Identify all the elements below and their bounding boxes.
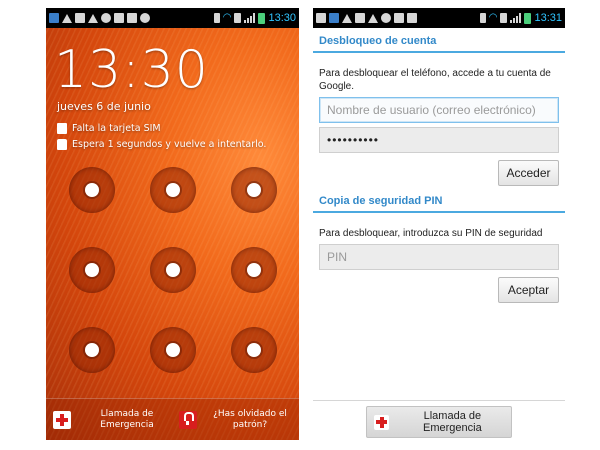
signal-icon (244, 13, 256, 23)
emergency-call-label: Llamada de Emergencia (100, 409, 154, 430)
app-notification-icon (101, 13, 111, 23)
wifi-icon: ◠ (222, 12, 232, 23)
emergency-call-label: Llamada de Emergencia (423, 410, 482, 434)
accept-button[interactable]: Aceptar (498, 277, 559, 303)
lock-date: jueves 6 de junio (57, 100, 151, 113)
pin-description: Para desbloquear, introduzca su PIN de s… (319, 228, 543, 239)
gallery-notification-icon (49, 13, 59, 23)
lock-screen: ◠ 13:30 13:30 jueves 6 de junio Falta la… (46, 8, 299, 440)
notice-sim-missing: Falta la tarjeta SIM (57, 123, 161, 134)
account-description: Para desbloquear el teléfono, accede a t… (319, 68, 551, 92)
padlock-icon (179, 411, 197, 429)
sign-in-button[interactable]: Acceder (498, 160, 559, 186)
emergency-call-button[interactable]: Llamada de Emergencia (366, 406, 512, 438)
email-notification-icon (355, 13, 365, 23)
account-section-title: Desbloqueo de cuenta (319, 35, 437, 47)
battery-icon (258, 12, 266, 24)
pattern-dot-9[interactable] (231, 327, 277, 373)
forgot-pattern-button[interactable]: ¿Has olvidado el patrón? (179, 399, 291, 440)
sim-missing-icon (500, 13, 508, 23)
pattern-dot-2[interactable] (150, 167, 196, 213)
section-divider (313, 211, 565, 213)
notice-text: Espera 1 segundos y vuelve a intentarlo. (72, 139, 267, 150)
pin-section-title: Copia de seguridad PIN (319, 195, 443, 207)
battery-icon (524, 12, 532, 24)
sim-card-icon (57, 123, 67, 134)
status-time: 13:31 (534, 12, 562, 24)
emergency-call-button[interactable]: Llamada de Emergencia (53, 399, 157, 440)
pattern-dot-1[interactable] (69, 167, 115, 213)
section-divider (313, 51, 565, 53)
emergency-cross-icon (374, 414, 389, 430)
back-notification-icon (316, 13, 326, 23)
media-notification-icon (407, 13, 417, 23)
warning-notification-icon (62, 13, 72, 23)
wifi-icon: ◠ (488, 12, 498, 23)
keyboard-notification-icon (394, 13, 404, 23)
vibrate-icon (479, 13, 486, 23)
emergency-cross-icon (53, 411, 71, 429)
sim-missing-icon (234, 13, 242, 23)
forgot-pattern-label: ¿Has olvidado el patrón? (213, 409, 287, 430)
notice-text: Falta la tarjeta SIM (72, 123, 161, 134)
status-time: 13:30 (268, 12, 296, 24)
email-notification-icon (75, 13, 85, 23)
alert-notification-icon (368, 13, 378, 23)
status-bar: ◠ 13:30 (46, 8, 299, 28)
alert-notification-icon (88, 13, 98, 23)
bottom-divider (313, 400, 565, 401)
warning-notification-icon (342, 13, 352, 23)
pattern-dot-8[interactable] (150, 327, 196, 373)
status-bar: ◠ 13:31 (313, 8, 565, 28)
android-notification-icon (140, 13, 150, 23)
password-input[interactable] (319, 127, 559, 153)
pattern-dot-4[interactable] (69, 247, 115, 293)
lock-clock: 13:30 (54, 40, 209, 100)
calendar-notification-icon (114, 13, 124, 23)
gallery-notification-icon (329, 13, 339, 23)
pattern-dot-7[interactable] (69, 327, 115, 373)
lock-bottom-bar: Llamada de Emergencia ¿Has olvidado el p… (46, 398, 299, 440)
notice-wait: Espera 1 segundos y vuelve a intentarlo. (57, 139, 266, 150)
pattern-dot-5[interactable] (150, 247, 196, 293)
media-notification-icon (127, 13, 137, 23)
username-input[interactable] (319, 97, 559, 123)
app-notification-icon (381, 13, 391, 23)
account-unlock-screen: ◠ 13:31 Desbloqueo de cuenta Para desblo… (313, 8, 565, 440)
pattern-dot-3[interactable] (231, 167, 277, 213)
signal-icon (510, 13, 522, 23)
vibrate-icon (213, 13, 220, 23)
pin-input[interactable] (319, 244, 559, 270)
pattern-dot-6[interactable] (231, 247, 277, 293)
lock-icon (57, 139, 67, 150)
